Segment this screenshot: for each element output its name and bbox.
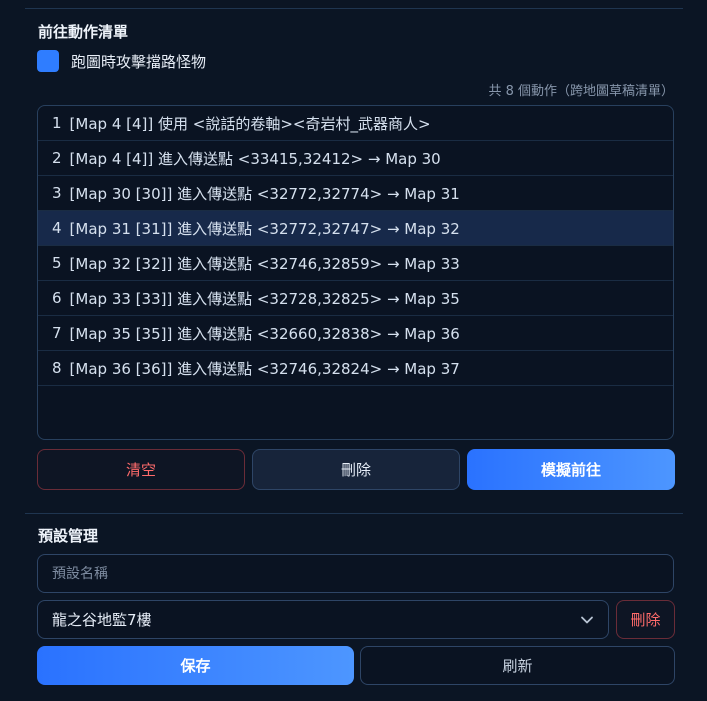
item-number: 4: [52, 219, 62, 237]
preset-name-input[interactable]: [37, 554, 674, 593]
item-text: [Map 33 [33]] 進入傳送點 <32728,32825> → Map …: [69, 289, 460, 308]
list-item[interactable]: 8 [Map 36 [36]] 進入傳送點 <32746,32824> → Map…: [38, 351, 673, 386]
item-number: 6: [52, 289, 62, 307]
item-number: 8: [52, 359, 62, 377]
chevron-down-icon: [581, 616, 593, 624]
attack-checkbox-row[interactable]: 跑圖時攻擊擋路怪物: [37, 50, 206, 72]
clear-button[interactable]: 清空: [37, 449, 245, 490]
item-text: [Map 36 [36]] 進入傳送點 <32746,32824> → Map …: [69, 359, 460, 378]
preset-title: 預設管理: [38, 527, 99, 545]
section-divider: [25, 513, 683, 514]
item-number: 5: [52, 254, 62, 272]
preset-select-value: 龍之谷地監7樓: [52, 611, 152, 629]
preset-select[interactable]: 龍之谷地監7樓: [37, 600, 609, 639]
list-item-selected[interactable]: 4 [Map 31 [31]] 進入傳送點 <32772,32747> → Map…: [38, 211, 673, 246]
item-text: [Map 32 [32]] 進入傳送點 <32746,32859> → Map …: [69, 254, 460, 273]
item-number: 2: [52, 149, 62, 167]
attack-checkbox[interactable]: [37, 50, 59, 72]
list-item[interactable]: 1 [Map 4 [4]] 使用 <說話的卷軸><奇岩村_武器商人>: [38, 106, 673, 141]
list-item[interactable]: 6 [Map 33 [33]] 進入傳送點 <32728,32825> → Map…: [38, 281, 673, 316]
action-count-text: 共 8 個動作（跨地圖草稿清單）: [488, 84, 674, 99]
attack-checkbox-label: 跑圖時攻擊擋路怪物: [71, 52, 207, 71]
action-list-title: 前往動作清單: [38, 23, 129, 41]
list-item[interactable]: 5 [Map 32 [32]] 進入傳送點 <32746,32859> → Map…: [38, 246, 673, 281]
top-divider: [25, 8, 683, 9]
item-text: [Map 31 [31]] 進入傳送點 <32772,32747> → Map …: [69, 219, 460, 238]
item-number: 7: [52, 324, 62, 342]
item-text: [Map 30 [30]] 進入傳送點 <32772,32774> → Map …: [69, 184, 460, 203]
item-number: 3: [52, 184, 62, 202]
item-text: [Map 4 [4]] 進入傳送點 <33415,32412> → Map 30: [69, 149, 441, 168]
list-item[interactable]: 7 [Map 35 [35]] 進入傳送點 <32660,32838> → Map…: [38, 316, 673, 351]
preset-delete-button[interactable]: 刪除: [616, 600, 675, 639]
item-text: [Map 4 [4]] 使用 <說話的卷軸><奇岩村_武器商人>: [69, 114, 431, 133]
refresh-button[interactable]: 刷新: [360, 646, 675, 685]
simulate-go-button[interactable]: 模擬前往: [467, 449, 675, 490]
action-list[interactable]: 1 [Map 4 [4]] 使用 <說話的卷軸><奇岩村_武器商人> 2 [Map …: [37, 105, 674, 440]
list-item[interactable]: 3 [Map 30 [30]] 進入傳送點 <32772,32774> → Map…: [38, 176, 673, 211]
item-text: [Map 35 [35]] 進入傳送點 <32660,32838> → Map …: [69, 324, 460, 343]
save-button[interactable]: 保存: [37, 646, 354, 685]
item-number: 1: [52, 114, 62, 132]
list-item[interactable]: 2 [Map 4 [4]] 進入傳送點 <33415,32412> → Map 3…: [38, 141, 673, 176]
delete-action-button[interactable]: 刪除: [252, 449, 460, 490]
